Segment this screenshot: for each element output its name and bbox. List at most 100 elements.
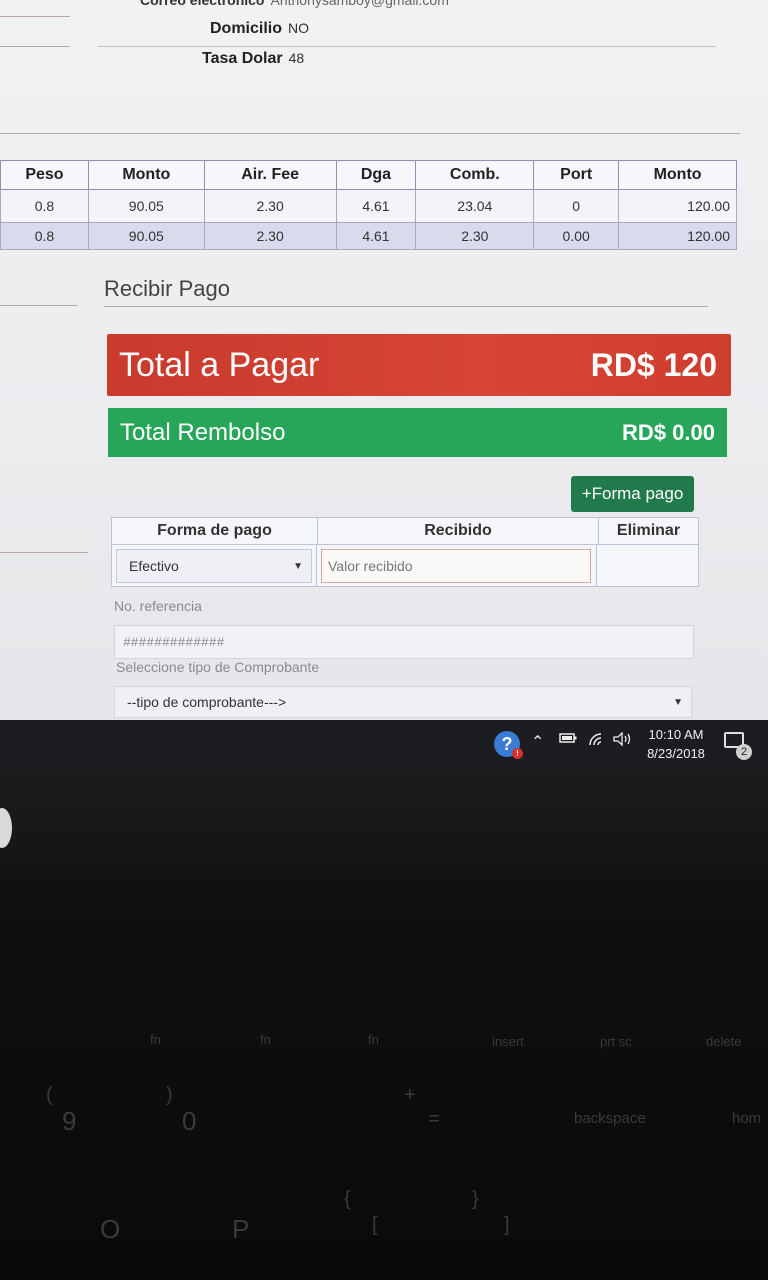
charges-table: Peso Monto Air. Fee Dga Comb. Port Monto… xyxy=(0,160,737,250)
key-label: ] xyxy=(504,1214,510,1236)
table-row: 0.8 90.05 2.30 4.61 2.30 0.00 120.00 xyxy=(0,222,737,250)
col-header: Forma de pago xyxy=(112,518,318,544)
key-label: delete xyxy=(706,1034,742,1049)
taskbar: ?! ⌃ 10:10 AM 8/23/2018 2 xyxy=(0,720,768,768)
key-label: [ xyxy=(372,1214,378,1236)
notification-center-icon[interactable]: 2 xyxy=(724,732,752,760)
table-cell: 90.05 xyxy=(87,189,205,223)
table-row: 0.8 90.05 2.30 4.61 23.04 0 120.00 xyxy=(0,189,737,223)
divider xyxy=(0,305,78,306)
key-label: + xyxy=(404,1084,416,1106)
chevron-up-icon[interactable]: ⌃ xyxy=(531,732,544,752)
payment-table-header: Forma de pago Recibido Eliminar xyxy=(112,518,698,545)
alert-badge: ! xyxy=(512,748,523,759)
divider xyxy=(0,16,70,17)
key-label: fn xyxy=(150,1032,161,1047)
help-icon[interactable]: ?! xyxy=(494,731,523,759)
email-row: Correo electronico Anthonysamboy@gmail.co… xyxy=(140,0,449,8)
divider xyxy=(0,46,70,47)
key-label: } xyxy=(472,1188,479,1210)
key-label: = xyxy=(428,1108,440,1130)
email-label: Correo electronico xyxy=(140,0,265,8)
table-cell: 2.30 xyxy=(203,189,337,223)
section-title: Recibir Pago xyxy=(104,276,230,301)
table-cell: 4.61 xyxy=(335,189,417,223)
notification-count: 2 xyxy=(736,744,752,760)
payment-method-value: Efectivo xyxy=(129,558,179,574)
battery-icon[interactable] xyxy=(559,732,577,744)
key-label: ( xyxy=(46,1084,53,1106)
key-label: fn xyxy=(368,1032,379,1047)
table-cell: 4.61 xyxy=(335,222,417,250)
voucher-type-value: --tipo de comprobante---> xyxy=(127,694,287,710)
reference-label: No. referencia xyxy=(114,598,202,614)
voucher-label: Seleccione tipo de Comprobante xyxy=(116,659,320,675)
key-label: backspace xyxy=(574,1110,646,1127)
key-label: hom xyxy=(732,1110,762,1127)
delete-cell xyxy=(597,545,698,587)
key-label: 0 xyxy=(182,1106,197,1136)
table-cell: 0.8 xyxy=(0,189,89,223)
col-header: Recibido xyxy=(318,518,599,544)
table-cell: 23.04 xyxy=(415,189,535,223)
table-cell: 0.8 xyxy=(0,222,89,250)
key-label: 9 xyxy=(62,1106,77,1136)
key-label: fn xyxy=(260,1032,271,1047)
refund-amount: RD$ 0.00 xyxy=(622,419,715,445)
key-label: insert xyxy=(492,1034,524,1049)
table-cell: 90.05 xyxy=(87,222,205,250)
received-cell xyxy=(317,545,597,587)
domicilio-label: Domicilio xyxy=(210,20,283,37)
laptop-keyboard: fn fn fn insert prt sc delete ( 9 ) 0 + … xyxy=(0,880,768,1280)
total-to-pay-banner: Total a Pagar RD$ 120 xyxy=(107,334,731,396)
reference-input[interactable] xyxy=(114,625,694,659)
col-header: Air. Fee xyxy=(203,160,337,190)
method-cell: Efectivo ▼ xyxy=(112,545,317,587)
add-payment-method-button[interactable]: +Forma pago xyxy=(571,476,694,512)
table-row: Efectivo ▼ xyxy=(112,545,698,587)
col-header: Comb. xyxy=(415,160,535,190)
total-amount: RD$ 120 xyxy=(590,346,717,383)
table-cell: 2.30 xyxy=(203,222,337,250)
table-cell: 120.00 xyxy=(618,189,737,223)
total-refund-banner: Total Rembolso RD$ 0.00 xyxy=(108,408,727,457)
table-cell: 0.00 xyxy=(533,222,620,250)
divider xyxy=(98,46,716,47)
received-amount-input[interactable] xyxy=(321,549,591,583)
tasa-label: Tasa Dolar xyxy=(202,50,283,67)
key-label: prt sc xyxy=(600,1034,632,1049)
table-header-row: Peso Monto Air. Fee Dga Comb. Port Monto xyxy=(0,160,737,190)
webcam-icon xyxy=(0,808,12,848)
key-label: { xyxy=(344,1188,351,1210)
monitor-bezel xyxy=(0,768,768,880)
domicilio-value: NO xyxy=(288,20,310,36)
payment-method-select[interactable]: Efectivo ▼ xyxy=(116,549,312,583)
key-label: O xyxy=(100,1214,121,1244)
table-cell: 0 xyxy=(533,189,620,223)
col-header: Eliminar xyxy=(616,522,681,539)
table-cell: 120.00 xyxy=(618,222,737,250)
voucher-type-select[interactable]: --tipo de comprobante---> ▼ xyxy=(114,686,692,718)
wifi-icon[interactable] xyxy=(588,732,606,746)
taskbar-clock[interactable]: 10:10 AM 8/23/2018 xyxy=(640,725,712,763)
email-value: Anthonysamboy@gmail.com xyxy=(270,0,449,8)
domicilio-row: Domicilio NO xyxy=(210,20,309,38)
clock-date: 8/23/2018 xyxy=(647,746,705,761)
volume-icon[interactable] xyxy=(613,732,633,746)
tasa-value: 48 xyxy=(288,50,305,66)
tasa-row: Tasa Dolar 48 xyxy=(202,50,304,68)
divider xyxy=(0,552,88,553)
col-header: Monto xyxy=(87,160,205,190)
col-header: Peso xyxy=(0,160,89,190)
col-header: Port xyxy=(533,160,620,190)
refund-label: Total Rembolso xyxy=(120,418,286,446)
payment-methods-table: Forma de pago Recibido Eliminar Efectivo… xyxy=(111,517,699,587)
key-label: ) xyxy=(166,1084,173,1106)
total-label: Total a Pagar xyxy=(119,345,320,384)
divider xyxy=(0,133,740,134)
caret-down-icon: ▼ xyxy=(673,696,683,708)
clock-time: 10:10 AM xyxy=(648,727,704,742)
table-cell: 2.30 xyxy=(415,222,535,250)
app-screen: Correo electronico Anthonysamboy@gmail.co… xyxy=(0,0,768,720)
key-label: P xyxy=(232,1214,250,1244)
